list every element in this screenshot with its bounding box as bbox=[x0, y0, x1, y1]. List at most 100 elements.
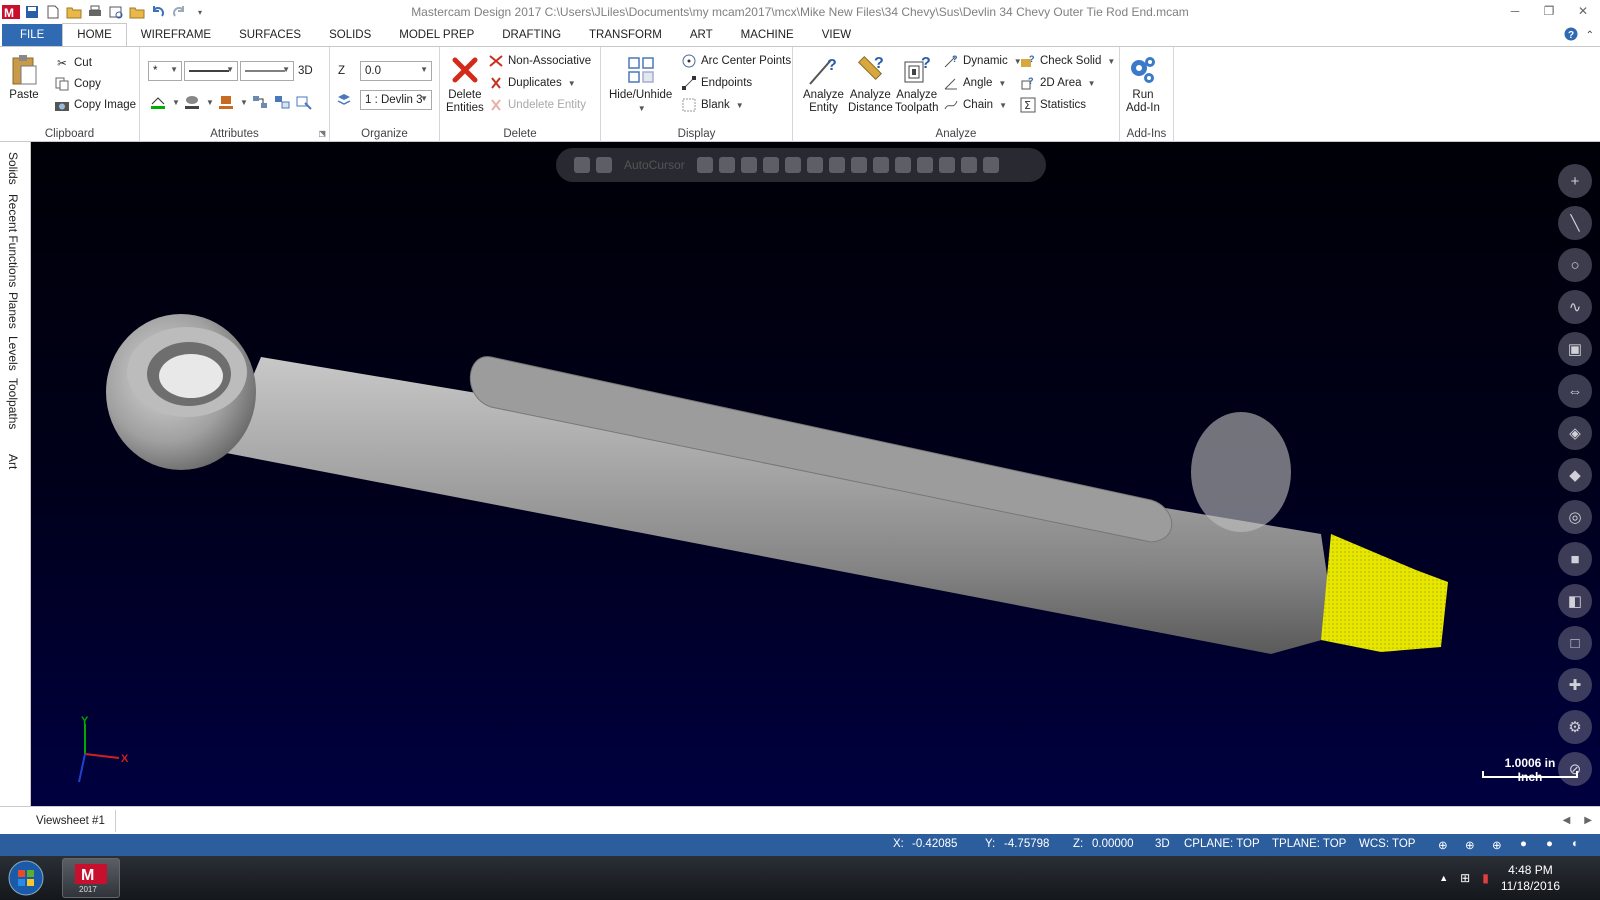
scroll-right-icon[interactable]: ▶ bbox=[1584, 815, 1592, 826]
verify-icon[interactable] bbox=[960, 157, 977, 173]
blank-button[interactable]: Blank ▼ bbox=[681, 95, 744, 115]
solid-box-icon[interactable]: ■ bbox=[1558, 542, 1592, 576]
tab-transform[interactable]: TRANSFORM bbox=[575, 24, 676, 46]
select-last-icon[interactable] bbox=[938, 157, 955, 173]
set-all-attributes-button[interactable] bbox=[252, 92, 268, 112]
line-style-combo[interactable]: ▼ bbox=[184, 61, 238, 81]
solid-color-button[interactable]: ▼ bbox=[218, 92, 248, 112]
dynamic-button[interactable]: ? Dynamic ▼ bbox=[943, 51, 1022, 71]
dimension-icon[interactable]: ⇔ bbox=[1558, 374, 1592, 408]
surface-color-button[interactable]: ▼ bbox=[184, 92, 214, 112]
tplane-status[interactable]: TPLANE: TOP bbox=[1272, 838, 1346, 850]
mastercam-logo-icon[interactable]: M bbox=[2, 3, 20, 21]
lock-icon[interactable] bbox=[574, 157, 590, 173]
select-face-icon[interactable] bbox=[850, 157, 867, 173]
collapse-ribbon-icon[interactable]: ⌃ bbox=[1586, 30, 1594, 41]
spline-tool-icon[interactable]: ∿ bbox=[1558, 290, 1592, 324]
mode-3d-status[interactable]: 3D bbox=[1155, 838, 1170, 850]
select-point-icon[interactable] bbox=[696, 157, 713, 173]
shading-active-icon[interactable]: ● bbox=[1546, 838, 1553, 850]
tab-view[interactable]: VIEW bbox=[808, 24, 865, 46]
tab-wireframe[interactable]: WIREFRAME bbox=[127, 24, 225, 46]
wireframe-shade-icon[interactable]: ◈ bbox=[1558, 416, 1592, 450]
tab-home[interactable]: HOME bbox=[62, 23, 127, 46]
analyze-toolpath-button[interactable]: ? Analyze Toolpath bbox=[895, 53, 938, 115]
select-all-icon[interactable] bbox=[894, 157, 911, 173]
arc-center-points-button[interactable]: Arc Center Points bbox=[681, 51, 791, 71]
levels-icon[interactable] bbox=[336, 90, 352, 110]
shaded-icon[interactable]: ◆ bbox=[1558, 458, 1592, 492]
analyze-distance-button[interactable]: ? Analyze Distance bbox=[848, 53, 893, 115]
autocursor-icon[interactable] bbox=[596, 157, 612, 173]
scroll-left-icon[interactable]: ◀ bbox=[1563, 815, 1571, 826]
minimize-button[interactable]: ─ bbox=[1498, 0, 1532, 22]
print-preview-icon[interactable] bbox=[107, 3, 125, 21]
open-folder-icon[interactable] bbox=[65, 3, 83, 21]
tab-drafting[interactable]: DRAFTING bbox=[488, 24, 575, 46]
2d-area-button[interactable]: ? 2D Area ▼ bbox=[1020, 73, 1095, 93]
select-mode-icon[interactable] bbox=[872, 157, 889, 173]
endpoints-button[interactable]: Endpoints bbox=[681, 73, 752, 93]
globe-2-icon[interactable]: ⊕ bbox=[1465, 838, 1475, 852]
print-icon[interactable] bbox=[86, 3, 104, 21]
3d-mode-toggle[interactable]: 3D bbox=[298, 61, 313, 81]
set-main-attributes-button[interactable] bbox=[274, 92, 290, 112]
tray-expand-icon[interactable]: ▲ bbox=[1439, 873, 1448, 883]
select-origin-icon[interactable] bbox=[718, 157, 735, 173]
circle-tool-icon[interactable]: ○ bbox=[1558, 248, 1592, 282]
delete-entities-button[interactable]: Delete Entities bbox=[446, 53, 484, 115]
tab-recent-functions[interactable]: Recent Functions bbox=[6, 194, 20, 287]
paste-button[interactable]: Paste bbox=[8, 53, 40, 102]
select-window-icon[interactable] bbox=[762, 157, 779, 173]
select-solid-icon[interactable] bbox=[828, 157, 845, 173]
line-width-combo[interactable]: ▼ bbox=[240, 61, 294, 81]
new-file-icon[interactable] bbox=[44, 3, 62, 21]
autocursor-label[interactable]: AutoCursor bbox=[624, 158, 685, 172]
tab-solids-manager[interactable]: Solids bbox=[6, 152, 20, 185]
clock[interactable]: 4:48 PM 11/18/2016 bbox=[1501, 862, 1560, 894]
tab-surfaces[interactable]: SURFACES bbox=[225, 24, 315, 46]
tab-solids[interactable]: SOLIDS bbox=[315, 24, 385, 46]
angle-button[interactable]: Angle ▼ bbox=[943, 73, 1006, 93]
graphics-viewport[interactable]: AutoCursor + ╲ ○ ∿ ▣ ⇔ ◈ ◆ ◎ ■ ◧ □ ✚ ⚙ ⊘… bbox=[31, 142, 1600, 806]
tab-file[interactable]: FILE bbox=[2, 24, 63, 46]
plane-view-icon[interactable]: □ bbox=[1558, 626, 1592, 660]
z-depth-input[interactable]: 0.0 ▼ bbox=[360, 61, 432, 81]
point-style-combo[interactable]: * ▼ bbox=[148, 61, 182, 81]
non-associative-button[interactable]: Non-Associative bbox=[488, 51, 591, 71]
network-icon[interactable]: ⊞ bbox=[1460, 871, 1470, 885]
signal-icon[interactable]: ▮ bbox=[1482, 871, 1489, 885]
save-icon[interactable] bbox=[23, 3, 41, 21]
iso-view-icon[interactable]: ◎ bbox=[1558, 500, 1592, 534]
help-icon[interactable]: ? bbox=[1564, 27, 1578, 44]
mastercam-taskbar-button[interactable]: M 2017 bbox=[62, 858, 120, 898]
shading-icon[interactable]: ● bbox=[1520, 838, 1527, 850]
run-addin-button[interactable]: Run Add-In bbox=[1126, 53, 1160, 115]
tab-art[interactable]: ART bbox=[676, 24, 727, 46]
tab-planes[interactable]: Planes bbox=[6, 292, 20, 329]
check-solid-button[interactable]: ? Check Solid ▼ bbox=[1020, 51, 1115, 71]
tab-levels[interactable]: Levels bbox=[6, 336, 20, 371]
tab-model-prep[interactable]: MODEL PREP bbox=[385, 24, 488, 46]
translucent-icon[interactable]: ◐ bbox=[1572, 838, 1579, 850]
cut-button[interactable]: ✂ Cut bbox=[54, 53, 92, 73]
customize-qat-icon[interactable]: ▾ bbox=[191, 3, 209, 21]
select-only-icon[interactable] bbox=[916, 157, 933, 173]
wcs-status[interactable]: WCS: TOP bbox=[1359, 838, 1415, 850]
viewsheet-tab[interactable]: Viewsheet #1 bbox=[34, 809, 116, 832]
zoom-in-icon[interactable]: + bbox=[1558, 164, 1592, 198]
settings-icon[interactable]: ⚙ bbox=[1558, 710, 1592, 744]
line-tool-icon[interactable]: ╲ bbox=[1558, 206, 1592, 240]
tab-toolpaths[interactable]: Toolpaths bbox=[6, 378, 20, 429]
restore-button[interactable]: ❐ bbox=[1532, 0, 1566, 22]
attributes-launcher-icon[interactable]: ⬔ bbox=[318, 129, 326, 138]
redo-icon[interactable] bbox=[170, 3, 188, 21]
select-polygon-icon[interactable] bbox=[784, 157, 801, 173]
globe-3-icon[interactable]: ⊕ bbox=[1492, 838, 1502, 852]
windows-start-icon[interactable] bbox=[4, 856, 48, 900]
undo-icon[interactable] bbox=[149, 3, 167, 21]
duplicates-button[interactable]: Duplicates ▼ bbox=[488, 73, 576, 93]
translucency-icon[interactable]: ◧ bbox=[1558, 584, 1592, 618]
cplane-status[interactable]: CPLANE: TOP bbox=[1184, 838, 1260, 850]
select-vector-icon[interactable] bbox=[806, 157, 823, 173]
